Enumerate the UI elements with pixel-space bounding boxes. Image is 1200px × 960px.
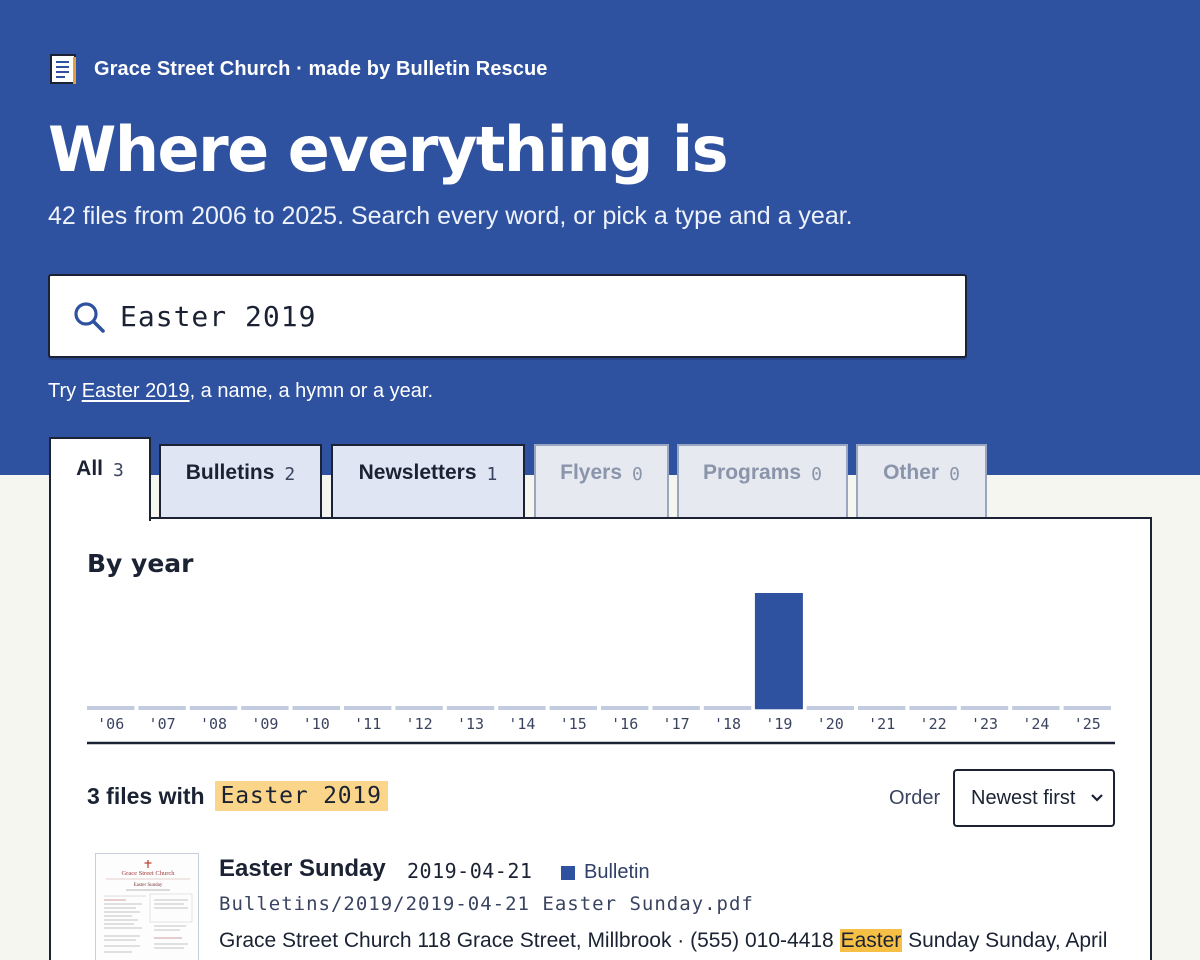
- chart-tick-label: '10: [303, 715, 330, 733]
- tab-count: 0: [811, 464, 822, 485]
- chart-baseline-18: [1012, 706, 1060, 710]
- snippet-highlight: Easter: [839, 929, 903, 952]
- result-type-label: Bulletin: [584, 861, 650, 883]
- results-panel: By year '06 '07 '08 '09 '10 '11 '12 '13 '14 '15 '1…: [49, 517, 1152, 960]
- chevron-down-icon: [1091, 794, 1103, 802]
- chart-tick-label: '17: [663, 715, 690, 733]
- page-title: Where everything is: [48, 113, 729, 186]
- chart-baseline-17: [960, 706, 1009, 710]
- chart-tick-label: '14: [508, 715, 535, 733]
- chart-baseline-15: [858, 706, 906, 710]
- chart-tick-label: '21: [868, 715, 895, 733]
- result-thumbnail[interactable]: Grace Street Church Easter Sunday: [95, 853, 199, 960]
- search-box[interactable]: [48, 274, 967, 358]
- chart-baseline-6: [395, 706, 443, 710]
- result-type: Bulletin: [561, 861, 650, 884]
- year-chart: '06 '07 '08 '09 '10 '11 '12 '13 '14 '15 '16 '17 '18 '…: [87, 593, 1115, 769]
- hint-suffix: , a name, a hymn or a year.: [189, 380, 434, 402]
- chart-tick-label: '24: [1022, 715, 1049, 733]
- brand-text: Grace Street Church · made by Bulletin R…: [94, 57, 548, 80]
- tab-count: 0: [949, 464, 960, 485]
- chart-baseline-19: [1063, 706, 1111, 710]
- chart-tick-label: '07: [149, 715, 176, 733]
- chart-baseline-5: [344, 706, 392, 710]
- chart-tick-label: '11: [354, 715, 381, 733]
- order-select-value: Newest first: [971, 786, 1076, 809]
- chart-tick-label: '13: [457, 715, 484, 733]
- tab-label: Bulletins: [185, 461, 275, 484]
- chart-baseline-3: [241, 706, 289, 710]
- chart-tick-label: '20: [817, 715, 844, 733]
- tab-count: 1: [486, 464, 498, 485]
- chart-baseline-4: [292, 706, 340, 710]
- result-snippet: Grace Street Church 118 Grace Street, Mi…: [219, 929, 1107, 953]
- chart-baseline-11: [652, 706, 700, 710]
- chart-baseline-16: [909, 706, 957, 710]
- tab-bulletins[interactable]: Bulletins 2: [159, 444, 322, 518]
- thumb-church-name: Grace Street Church: [121, 870, 175, 877]
- result-item[interactable]: Grace Street Church Easter Sunday Easter…: [95, 853, 1135, 960]
- order-select[interactable]: Newest first: [953, 769, 1115, 827]
- chart-tick-label: '06: [97, 715, 124, 733]
- tab-label: Programs: [703, 461, 802, 484]
- tab-newsletters[interactable]: Newsletters 1: [331, 444, 525, 518]
- result-title[interactable]: Easter Sunday: [219, 855, 386, 883]
- search-hint: Try Easter 2019, a name, a hymn or a yea…: [48, 378, 433, 404]
- snippet-before: Grace Street Church 118 Grace Street, Mi…: [219, 929, 840, 952]
- tab-flyers[interactable]: Flyers 0: [534, 444, 669, 518]
- chart-tick-label: '18: [714, 715, 741, 733]
- chart-bar-13[interactable]: [754, 593, 803, 709]
- chart-baseline-14: [806, 706, 854, 710]
- tab-label: Flyers: [560, 461, 623, 484]
- chart-baseline-1: [138, 706, 186, 710]
- results-count-label: 3 files with: [87, 782, 205, 809]
- chart-tick-label: '22: [920, 715, 947, 733]
- chart-tick-label: '23: [971, 715, 998, 733]
- bulletin-thumbnail-icon: Grace Street Church Easter Sunday: [96, 854, 198, 960]
- tab-count: 2: [284, 464, 296, 485]
- tab-label: All: [76, 457, 103, 480]
- tab-count: 0: [632, 464, 643, 485]
- order-label: Order: [889, 787, 941, 809]
- hint-example-link[interactable]: Easter 2019: [82, 380, 190, 402]
- page-subtitle: 42 files from 2006 to 2025. Search every…: [48, 202, 853, 230]
- chart-tick-label: '09: [251, 715, 278, 733]
- chart-tick-label: '15: [560, 715, 587, 733]
- result-path: Bulletins/2019/2019-04-21 Easter Sunday.…: [219, 893, 754, 915]
- chart-baseline-10: [601, 706, 649, 710]
- chart-baseline-2: [189, 706, 238, 710]
- chart-tick-label: '16: [611, 715, 638, 733]
- by-year-title: By year: [87, 549, 194, 578]
- snippet-after: Sunday Sunday, April: [902, 929, 1108, 952]
- tab-label: Other: [883, 461, 940, 484]
- chart-baseline-9: [549, 706, 597, 710]
- tab-label: Newsletters: [358, 461, 477, 484]
- search-input[interactable]: [120, 292, 940, 340]
- bulletin-type-icon: [561, 865, 575, 880]
- chart-baseline-7: [446, 706, 495, 710]
- chart-tick-label: '12: [406, 715, 433, 733]
- chart-baseline-8: [498, 706, 546, 710]
- results-query-chip: Easter 2019: [214, 781, 388, 811]
- chart-tick-label: '08: [200, 715, 227, 733]
- chart-tick-label: '19: [765, 715, 792, 733]
- results-count: 3 files with Easter 2019: [87, 781, 388, 811]
- thumb-title: Easter Sunday: [134, 883, 163, 888]
- document-icon: [50, 54, 76, 84]
- chart-tick-label: '25: [1074, 715, 1101, 733]
- chart-baseline-12: [703, 706, 752, 710]
- brand: Grace Street Church · made by Bulletin R…: [50, 54, 548, 84]
- result-date: 2019-04-21: [407, 859, 533, 883]
- tab-all[interactable]: All 3: [49, 437, 151, 521]
- chart-baseline-0: [87, 706, 135, 710]
- tab-count: 3: [113, 460, 124, 481]
- year-chart-svg: '06 '07 '08 '09 '10 '11 '12 '13 '14 '15 '16 '17 '18 '…: [87, 593, 1115, 745]
- hint-prefix: Try: [48, 380, 82, 402]
- tab-programs[interactable]: Programs 0: [677, 444, 848, 518]
- search-icon: [74, 302, 105, 333]
- tab-other[interactable]: Other 0: [856, 444, 987, 518]
